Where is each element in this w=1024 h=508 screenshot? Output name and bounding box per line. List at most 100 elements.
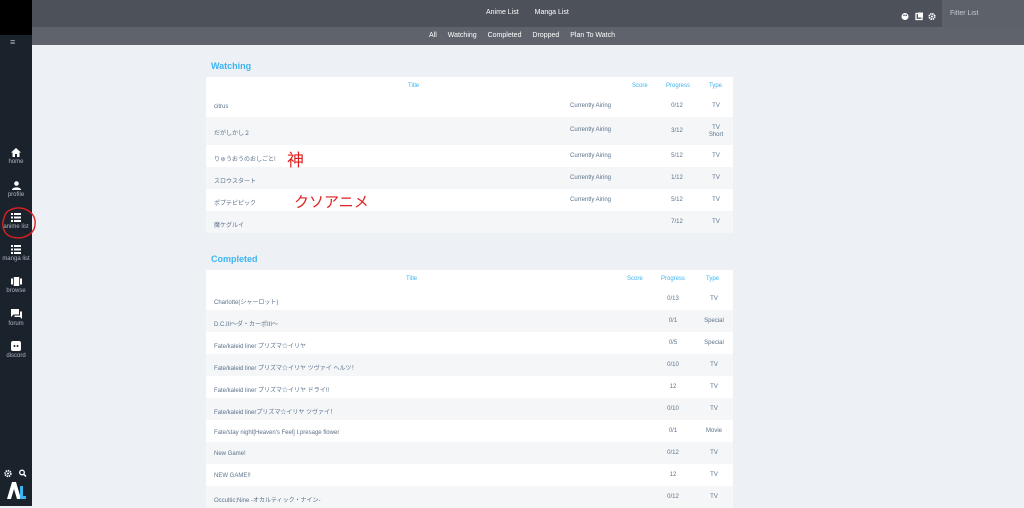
palette-icon: [901, 13, 909, 20]
tab-all[interactable]: All: [429, 32, 437, 39]
entry-title[interactable]: ポプテピピック: [214, 198, 256, 207]
list-item[interactable]: D.C.III〜ダ・カーポIII〜 0/1 Special: [206, 310, 733, 332]
filter-box: [942, 0, 1024, 27]
entry-title[interactable]: citrus: [214, 104, 228, 110]
sidebar-item-profile[interactable]: profile: [0, 181, 32, 198]
completed-section-title: Completed: [211, 254, 258, 264]
entry-title[interactable]: New Game!: [214, 451, 246, 457]
list-item[interactable]: だがしかし２ Currently Airing 3/12 TV Short: [206, 117, 733, 145]
chat-icon: [10, 309, 22, 319]
entry-progress: 1/12: [671, 175, 683, 181]
entry-title[interactable]: Charlotte(シャーロット): [214, 297, 278, 306]
header-score: Score: [627, 276, 643, 282]
entry-type: Special: [704, 318, 724, 324]
sidebar-item-label: profile: [7, 192, 25, 198]
list-header: Title Score Progress Type: [206, 270, 733, 288]
filter-input[interactable]: [942, 0, 1020, 27]
sidebar-item-forum[interactable]: forum: [0, 309, 32, 327]
entry-progress: 0/10: [667, 362, 679, 368]
sidebar-item-label: manga list: [2, 256, 30, 262]
top-action-icons[interactable]: [901, 12, 937, 21]
top-nav: Anime List Manga List: [486, 9, 583, 16]
sidebar-item-label: browse: [6, 288, 26, 294]
sidebar-item-discord[interactable]: discord: [0, 341, 32, 359]
entry-title[interactable]: Fate/kaleid liner プリズマ☆イリヤ ツヴァイ ヘルツ！: [214, 363, 357, 372]
entry-type: TV: [712, 125, 720, 131]
nav-manga-list[interactable]: Manga List: [535, 9, 569, 16]
list-item[interactable]: スロウスタート Currently Airing 1/12 TV: [206, 167, 733, 189]
entry-title[interactable]: Occultic;Nine -オカルティック・ナイン-: [214, 495, 321, 504]
entry-progress: 7/12: [671, 219, 683, 225]
list-tabs: All Watching Completed Dropped Plan To W…: [429, 32, 624, 39]
entry-progress: 0/12: [671, 103, 683, 109]
list-item[interactable]: Fate/kaleid linerプリズマ☆イリヤ ツヴァイ！ 0/10 TV: [206, 398, 733, 420]
sidebar-item-label: discord: [6, 353, 26, 359]
entry-type: Movie: [705, 428, 722, 434]
completed-list: Title Score Progress Type Charlotte(シャーロ…: [206, 270, 733, 508]
nav-anime-list[interactable]: Anime List: [486, 9, 519, 16]
tab-completed[interactable]: Completed: [488, 32, 522, 39]
header-progress: Progress: [666, 83, 691, 89]
sidebar-item-browse[interactable]: browse: [0, 277, 32, 294]
entry-title[interactable]: 魔ケグルイ: [214, 220, 244, 229]
red-circle-annotation: [2, 207, 36, 239]
entry-title[interactable]: NEW GAME!!: [214, 473, 251, 479]
search-icon: [19, 469, 25, 476]
entry-type: TV: [710, 494, 718, 500]
entry-progress: 0/1: [668, 318, 678, 324]
list-item[interactable]: りゅうおうのおしごと! Currently Airing 5/12 TV: [206, 145, 733, 167]
entry-title[interactable]: Fate/stay night[Heaven's Feel] Ⅰ.presage…: [214, 429, 339, 436]
watching-section-title: Watching: [211, 61, 252, 71]
entry-progress: 0/1: [668, 428, 678, 434]
film-icon: [10, 277, 22, 286]
entry-progress: 0/12: [667, 450, 679, 456]
list-item[interactable]: NEW GAME!! 12 TV: [206, 464, 733, 486]
user-icon: [11, 181, 21, 190]
header-progress: Progress: [661, 276, 686, 282]
list-item[interactable]: Fate/kaleid liner プリズマ☆イリヤ ツヴァイ ヘルツ！ 0/1…: [206, 354, 733, 376]
sidebar-tools[interactable]: [4, 469, 28, 478]
tab-dropped[interactable]: Dropped: [532, 32, 559, 39]
list-tabs-bar: All Watching Completed Dropped Plan To W…: [32, 27, 1024, 45]
sidebar-item-label: forum: [8, 321, 24, 327]
airing-status: Currently Airing: [570, 127, 612, 133]
tab-plan-to-watch[interactable]: Plan To Watch: [570, 32, 615, 39]
list-item[interactable]: New Game! 0/12 TV: [206, 442, 733, 464]
list-item[interactable]: Occultic;Nine -オカルティック・ナイン- 0/12 TV: [206, 486, 733, 508]
list-item[interactable]: Fate/kaleid liner プリズマ☆イリヤ ドライ!! 12 TV: [206, 376, 733, 398]
anilist-logo[interactable]: [6, 482, 26, 504]
list-item[interactable]: Fate/kaleid liner プリズマ☆イリヤ 0/5 Special: [206, 332, 733, 354]
entry-title[interactable]: Fate/kaleid liner プリズマ☆イリヤ: [214, 341, 306, 350]
list-item[interactable]: 魔ケグルイ 7/12 TV: [206, 211, 733, 233]
entry-title[interactable]: Fate/kaleid liner プリズマ☆イリヤ ドライ!!: [214, 385, 329, 394]
entry-type: TV: [710, 472, 718, 478]
list-icon: [11, 245, 21, 254]
sidebar: ≡ home profile anime list manga list bro…: [0, 35, 32, 506]
header-title: Title: [408, 83, 420, 89]
top-icons: [901, 8, 937, 26]
entry-title[interactable]: だがしかし２: [214, 128, 250, 137]
sidebar-bottom-icons: [4, 465, 28, 483]
list-item[interactable]: ポプテピピック Currently Airing 5/12 TV: [206, 189, 733, 211]
entry-title[interactable]: Fate/kaleid linerプリズマ☆イリヤ ツヴァイ！: [214, 407, 336, 416]
header-type: Type: [709, 83, 723, 89]
entry-title[interactable]: D.C.III〜ダ・カーポIII〜: [214, 319, 278, 328]
entry-type: TV: [712, 103, 720, 109]
entry-progress: 5/12: [671, 153, 683, 159]
sidebar-item-home[interactable]: home: [0, 148, 32, 165]
sidebar-item-manga-list[interactable]: manga list: [0, 245, 32, 262]
list-header: Title Score Progress Type: [206, 77, 733, 95]
airing-status: Currently Airing: [570, 197, 612, 203]
tab-watching[interactable]: Watching: [448, 32, 477, 39]
entry-type: TV: [710, 450, 718, 456]
list-item[interactable]: Charlotte(シャーロット) 0/13 TV: [206, 288, 733, 310]
list-item[interactable]: citrus Currently Airing 0/12 TV: [206, 95, 733, 117]
entry-type: TV: [712, 219, 720, 225]
entry-progress: 12: [669, 472, 677, 478]
header-type: Type: [706, 276, 720, 282]
menu-icon[interactable]: ≡: [10, 38, 15, 47]
entry-title[interactable]: りゅうおうのおしごと!: [214, 154, 276, 163]
entry-title[interactable]: スロウスタート: [214, 176, 256, 185]
list-item[interactable]: Fate/stay night[Heaven's Feel] Ⅰ.presage…: [206, 420, 733, 442]
entry-progress: 3/12: [671, 128, 683, 134]
